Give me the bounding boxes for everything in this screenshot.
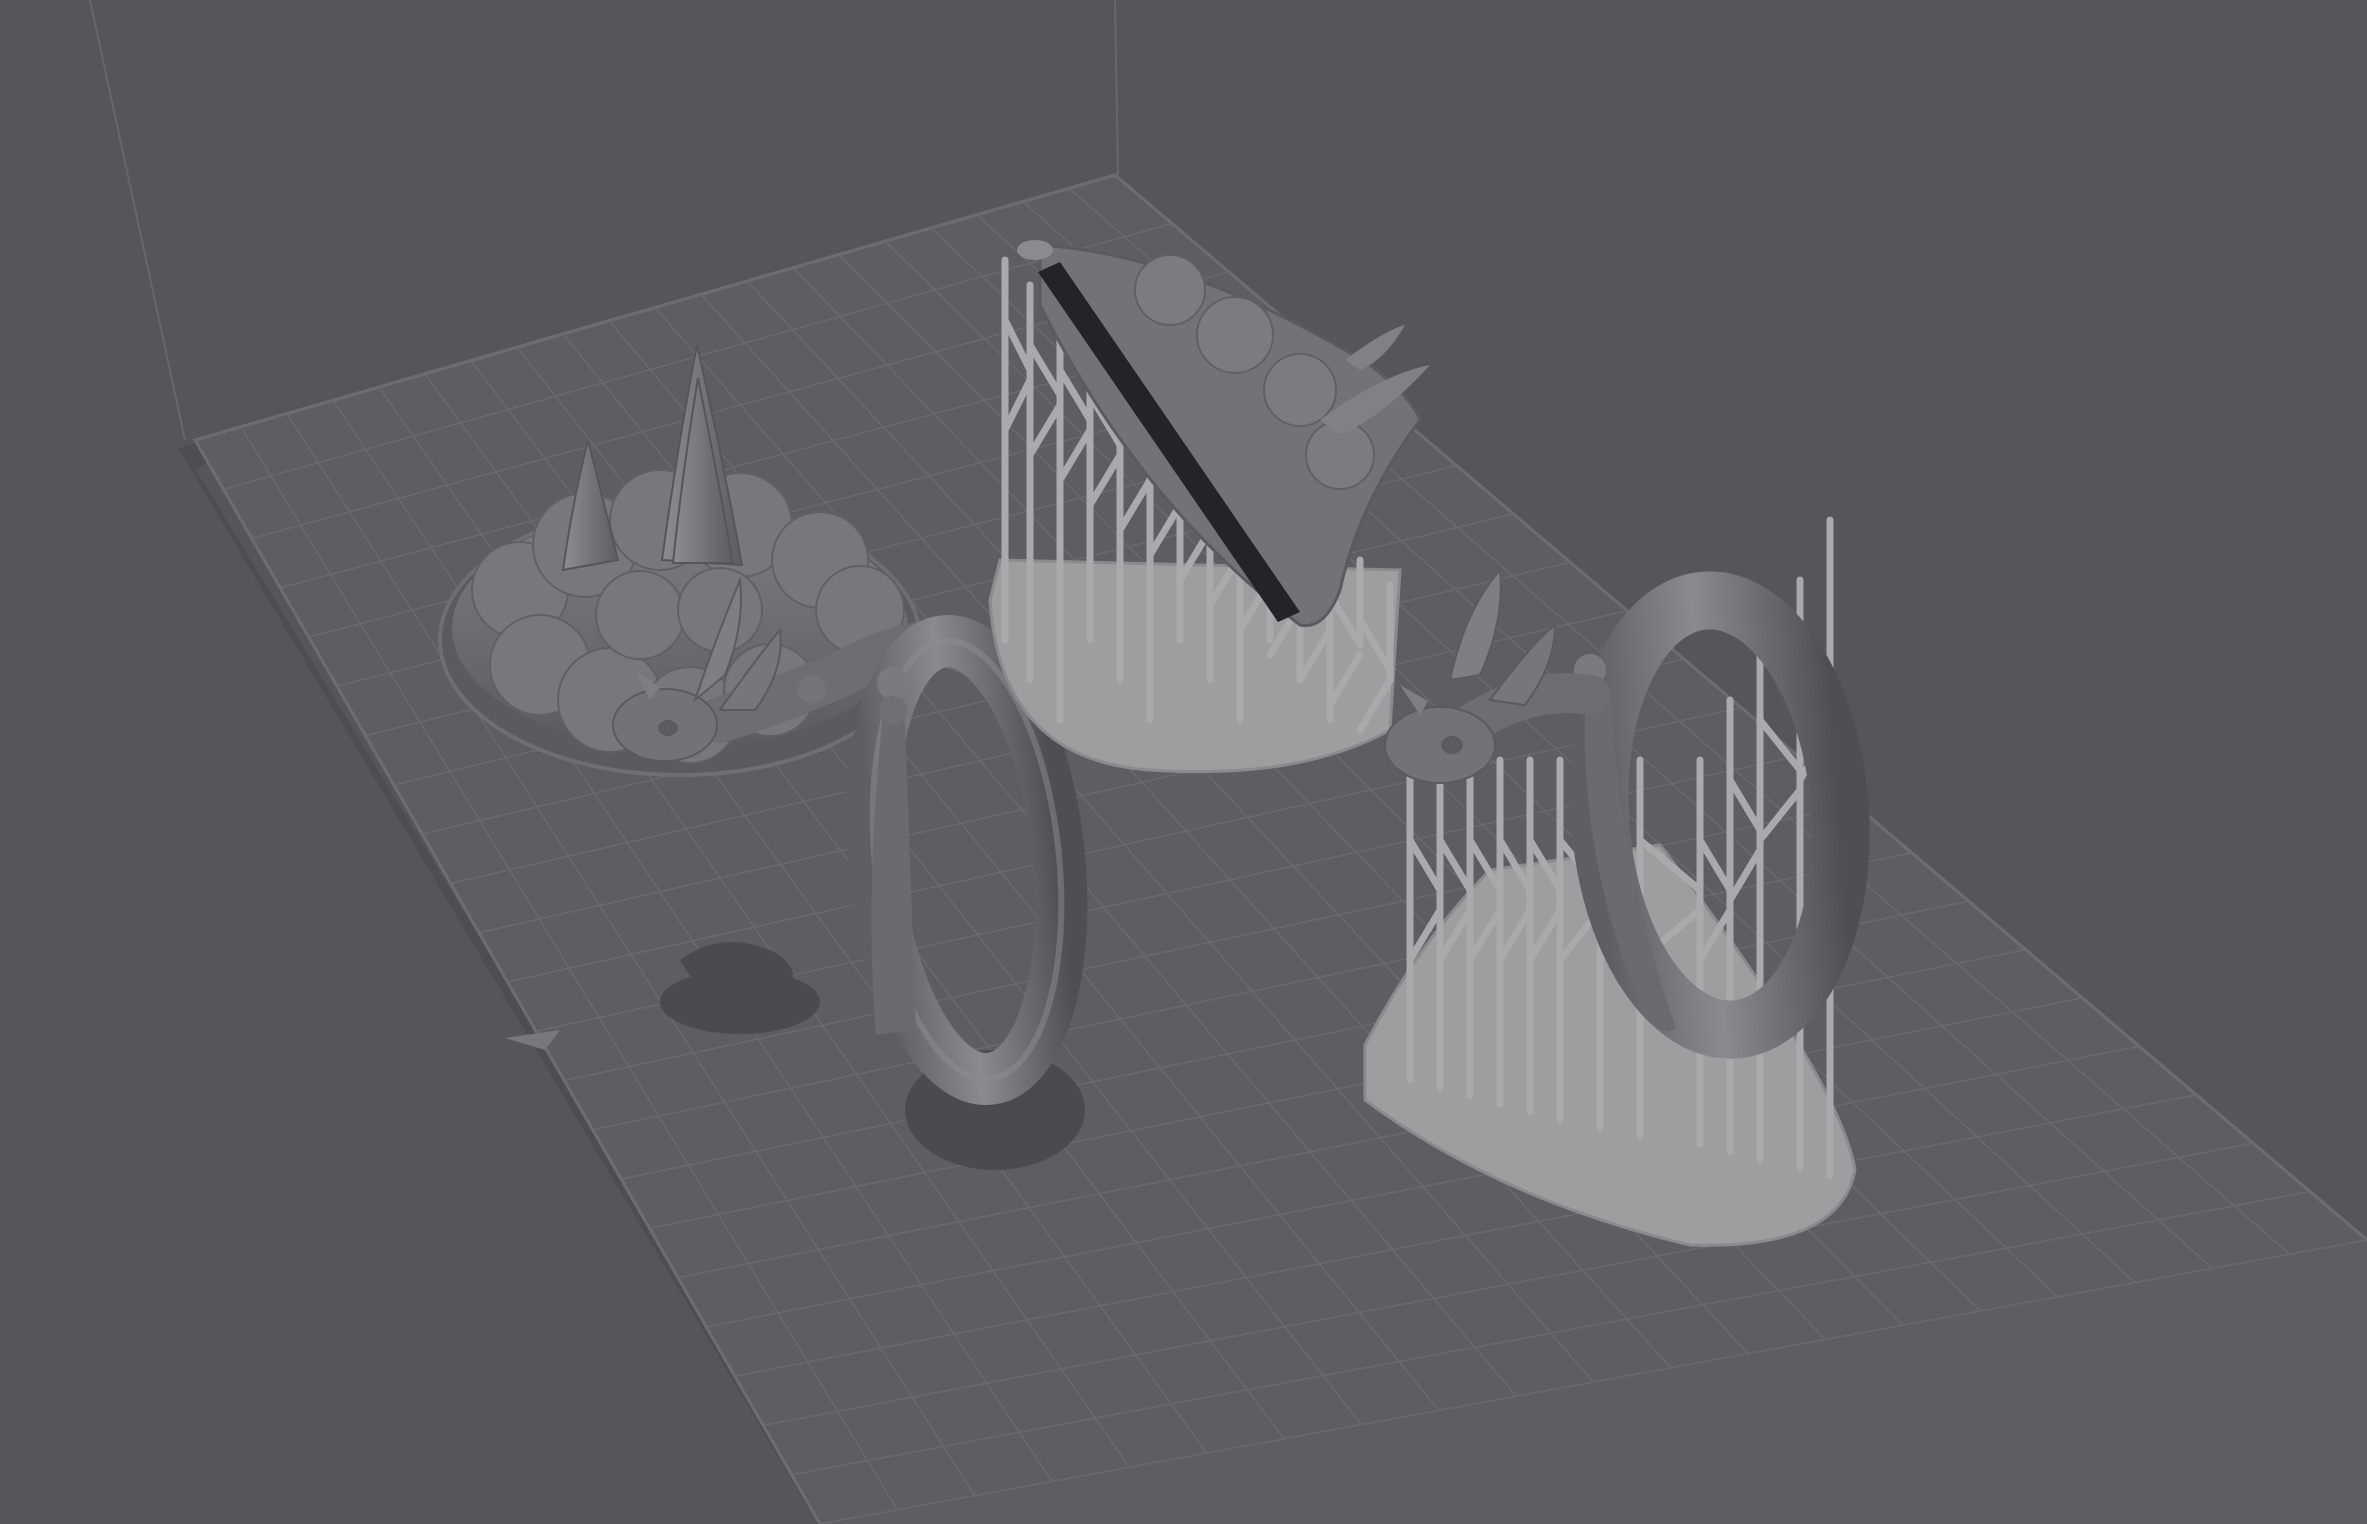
scene-canvas[interactable] <box>0 0 2367 1524</box>
3d-viewport[interactable] <box>0 0 2367 1524</box>
dragon-head-2 <box>1384 706 1496 784</box>
